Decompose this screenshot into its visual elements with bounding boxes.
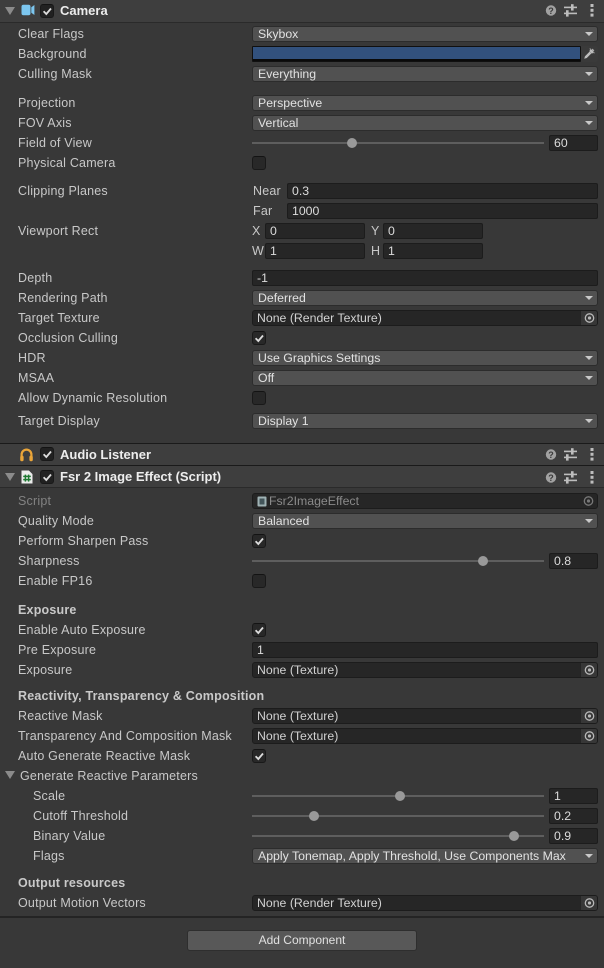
svg-text:?: ? <box>548 6 554 16</box>
svg-text:?: ? <box>548 450 554 460</box>
svg-text:?: ? <box>548 473 554 483</box>
